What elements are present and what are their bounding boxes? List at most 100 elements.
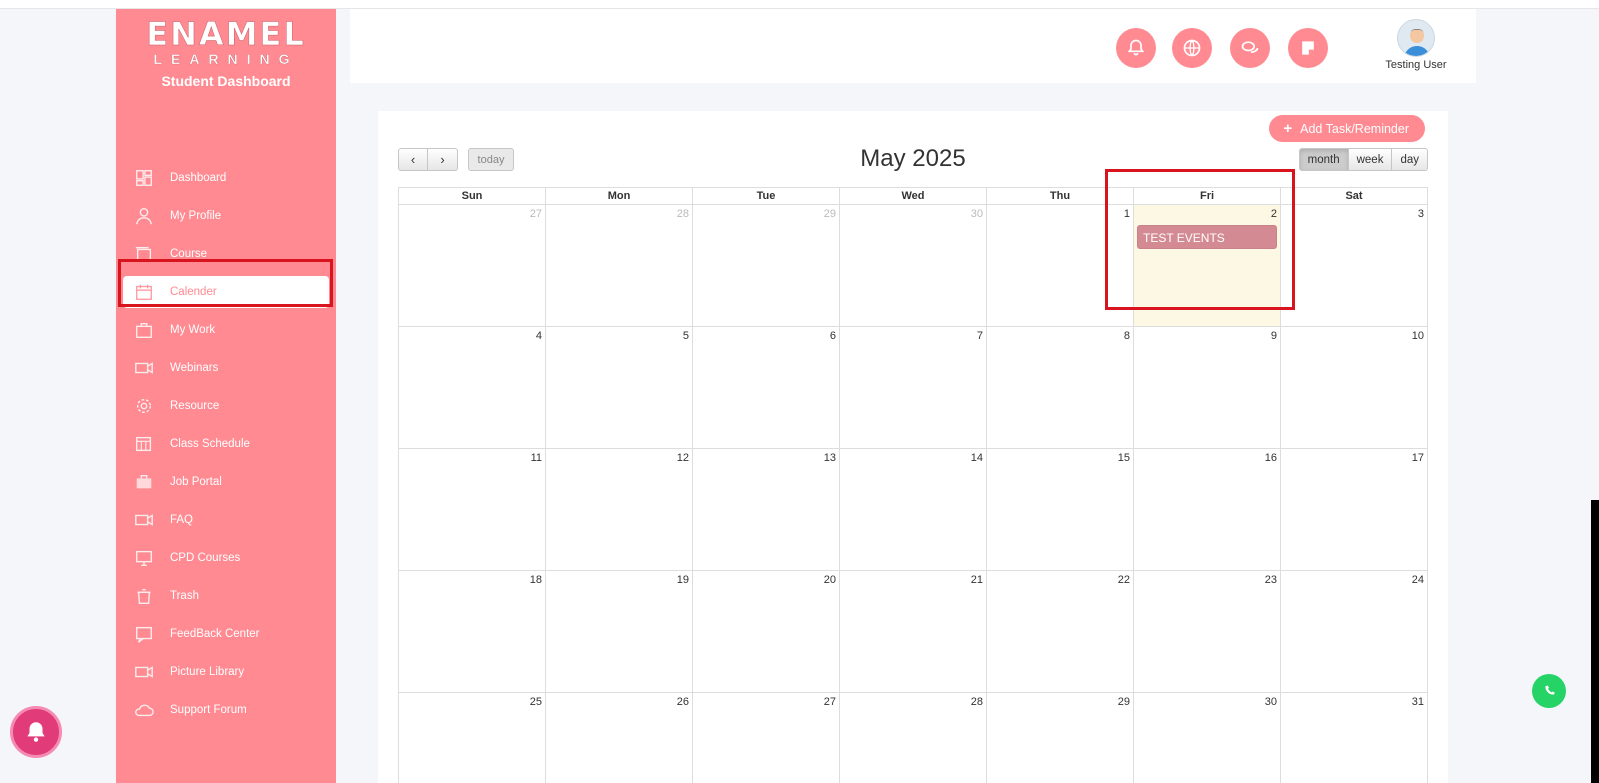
day-number[interactable]: 3: [1418, 208, 1424, 220]
day-cell[interactable]: 17: [1281, 449, 1428, 570]
scrollbar[interactable]: [1591, 500, 1599, 783]
day-cell[interactable]: 29: [693, 205, 840, 326]
day-cell[interactable]: 14: [840, 449, 987, 570]
day-number[interactable]: 11: [531, 452, 542, 464]
day-number[interactable]: 20: [824, 574, 836, 586]
day-number[interactable]: 5: [683, 330, 689, 342]
day-number[interactable]: 30: [1265, 696, 1277, 708]
day-number[interactable]: 13: [824, 452, 836, 464]
messages-button[interactable]: [1230, 28, 1270, 68]
sidebar-item-my-profile[interactable]: My Profile: [116, 197, 336, 235]
day-cell[interactable]: 11: [399, 449, 546, 570]
month-view-button[interactable]: month: [1298, 148, 1349, 171]
language-button[interactable]: [1172, 28, 1212, 68]
day-cell[interactable]: 3: [1281, 205, 1428, 326]
logo[interactable]: ENAMEL LEARNING Student Dashboard: [116, 17, 336, 89]
day-number[interactable]: 19: [677, 574, 689, 586]
calendar-event[interactable]: TEST EVENTS: [1137, 225, 1277, 249]
day-number[interactable]: 6: [830, 330, 836, 342]
day-cell[interactable]: 5: [546, 327, 693, 448]
whatsapp-button[interactable]: [1532, 674, 1566, 708]
day-number[interactable]: 24: [1412, 574, 1424, 586]
day-cell[interactable]: 30: [840, 205, 987, 326]
day-cell[interactable]: 29: [987, 693, 1134, 783]
sidebar-item-class-schedule[interactable]: Class Schedule: [116, 425, 336, 463]
day-number[interactable]: 22: [1118, 574, 1130, 586]
day-cell-today[interactable]: 2 TEST EVENTS: [1134, 205, 1281, 326]
day-number[interactable]: 29: [1118, 696, 1130, 708]
day-cell[interactable]: 26: [546, 693, 693, 783]
sidebar-item-trash[interactable]: Trash: [116, 577, 336, 615]
day-cell[interactable]: 27: [399, 205, 546, 326]
day-cell[interactable]: 25: [399, 693, 546, 783]
day-cell[interactable]: 24: [1281, 571, 1428, 692]
day-number[interactable]: 4: [536, 330, 542, 342]
day-cell[interactable]: 8: [987, 327, 1134, 448]
sidebar-item-job-portal[interactable]: Job Portal: [116, 463, 336, 501]
week-view-button[interactable]: week: [1348, 148, 1393, 171]
day-cell[interactable]: 23: [1134, 571, 1281, 692]
day-cell[interactable]: 10: [1281, 327, 1428, 448]
day-number[interactable]: 15: [1118, 452, 1130, 464]
day-cell[interactable]: 18: [399, 571, 546, 692]
notes-button[interactable]: [1288, 28, 1328, 68]
day-number[interactable]: 27: [824, 696, 836, 708]
day-number[interactable]: 28: [971, 696, 983, 708]
day-number[interactable]: 31: [1412, 696, 1424, 708]
day-cell[interactable]: 19: [546, 571, 693, 692]
day-cell[interactable]: 9: [1134, 327, 1281, 448]
day-cell[interactable]: 28: [546, 205, 693, 326]
day-view-button[interactable]: day: [1392, 148, 1428, 171]
day-number[interactable]: 1: [1124, 208, 1130, 220]
sidebar-item-picture-library[interactable]: Picture Library: [116, 653, 336, 691]
day-number[interactable]: 28: [677, 208, 689, 220]
day-number[interactable]: 21: [971, 574, 983, 586]
day-number[interactable]: 25: [530, 696, 542, 708]
day-cell[interactable]: 1: [987, 205, 1134, 326]
sidebar-item-feedback-center[interactable]: FeedBack Center: [116, 615, 336, 653]
day-cell[interactable]: 6: [693, 327, 840, 448]
day-cell[interactable]: 16: [1134, 449, 1281, 570]
add-task-button[interactable]: + Add Task/Reminder: [1269, 115, 1425, 142]
user-menu[interactable]: Testing User: [1366, 19, 1466, 71]
sidebar-item-dashboard[interactable]: Dashboard: [116, 159, 336, 197]
day-number[interactable]: 12: [677, 452, 689, 464]
sidebar-item-support-forum[interactable]: Support Forum: [116, 691, 336, 729]
day-cell[interactable]: 27: [693, 693, 840, 783]
sidebar-item-cpd-courses[interactable]: CPD Courses: [116, 539, 336, 577]
sidebar-item-calender[interactable]: Calender: [123, 276, 329, 308]
push-notification-button[interactable]: [10, 706, 62, 758]
day-number[interactable]: 10: [1412, 330, 1424, 342]
sidebar-item-webinars[interactable]: Webinars: [116, 349, 336, 387]
day-number[interactable]: 9: [1271, 330, 1277, 342]
day-number[interactable]: 14: [971, 452, 983, 464]
day-cell[interactable]: 13: [693, 449, 840, 570]
notifications-button[interactable]: [1116, 28, 1156, 68]
day-cell[interactable]: 12: [546, 449, 693, 570]
day-number[interactable]: 16: [1265, 452, 1277, 464]
day-number[interactable]: 26: [677, 696, 689, 708]
sidebar-item-course[interactable]: Course: [116, 235, 336, 273]
day-cell[interactable]: 22: [987, 571, 1134, 692]
day-number[interactable]: 23: [1265, 574, 1277, 586]
day-cell[interactable]: 15: [987, 449, 1134, 570]
sidebar-item-resource[interactable]: Resource: [116, 387, 336, 425]
day-cell[interactable]: 7: [840, 327, 987, 448]
day-number[interactable]: 18: [530, 574, 542, 586]
day-cell[interactable]: 21: [840, 571, 987, 692]
day-cell[interactable]: 4: [399, 327, 546, 448]
day-number[interactable]: 27: [530, 208, 542, 220]
sidebar-item-label: Dashboard: [170, 172, 227, 184]
sidebar-item-my-work[interactable]: My Work: [116, 311, 336, 349]
day-cell[interactable]: 20: [693, 571, 840, 692]
day-number[interactable]: 17: [1412, 452, 1424, 464]
day-number[interactable]: 2: [1271, 208, 1277, 220]
day-cell[interactable]: 30: [1134, 693, 1281, 783]
day-cell[interactable]: 28: [840, 693, 987, 783]
sidebar-item-faq[interactable]: FAQ: [116, 501, 336, 539]
day-cell[interactable]: 31: [1281, 693, 1428, 783]
day-number[interactable]: 8: [1124, 330, 1130, 342]
day-number[interactable]: 7: [977, 330, 983, 342]
day-number[interactable]: 30: [971, 208, 983, 220]
day-number[interactable]: 29: [824, 208, 836, 220]
